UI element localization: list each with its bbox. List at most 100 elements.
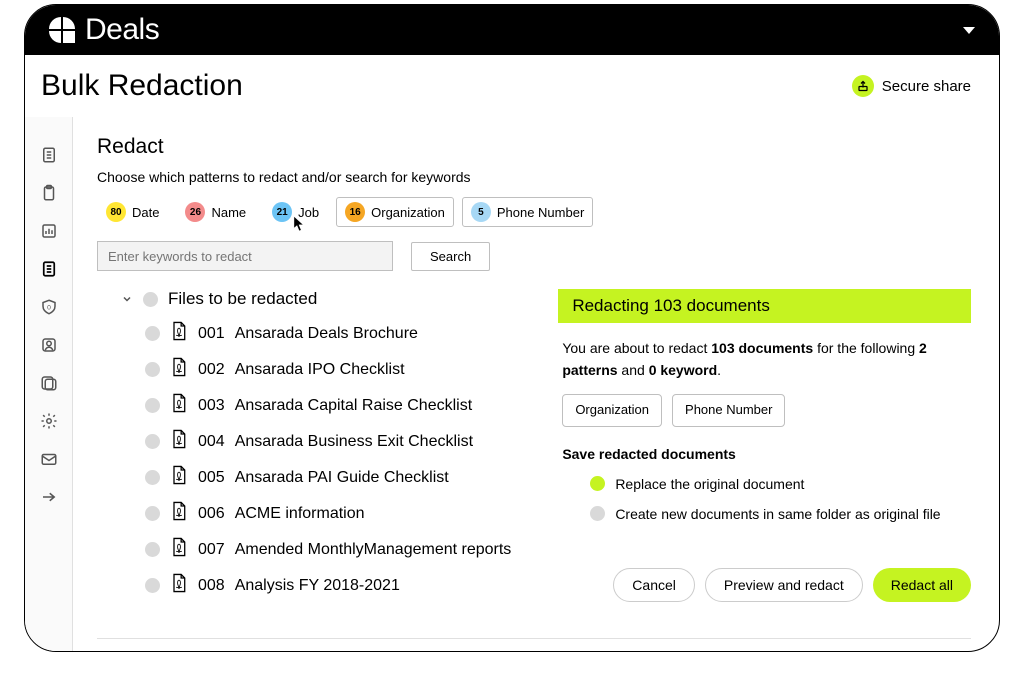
page-title: Bulk Redaction — [41, 69, 243, 103]
chevron-down-icon — [121, 293, 133, 305]
chip-label: Date — [132, 205, 159, 220]
users-icon[interactable] — [39, 373, 59, 393]
document-icon[interactable] — [39, 145, 59, 165]
page-icon[interactable] — [39, 259, 59, 279]
pdf-icon — [170, 321, 188, 346]
pdf-icon — [170, 465, 188, 490]
file-name: Ansarada IPO Checklist — [235, 361, 405, 379]
app-window: Deals Bulk Redaction Secure share 0 Reda… — [24, 4, 1000, 652]
file-num: 001 — [198, 325, 225, 343]
file-radio[interactable] — [145, 398, 160, 413]
file-radio[interactable] — [145, 362, 160, 377]
file-name: Ansarada PAI Guide Checklist — [235, 469, 449, 487]
brand-text: Deals — [85, 13, 159, 47]
cancel-button[interactable]: Cancel — [613, 568, 695, 602]
save-option[interactable]: Replace the original document — [562, 473, 967, 495]
share-icon — [852, 75, 874, 97]
count-badge: 16 — [345, 202, 365, 222]
user-icon[interactable] — [39, 335, 59, 355]
file-radio[interactable] — [145, 506, 160, 521]
svg-text:0: 0 — [47, 304, 51, 311]
file-radio[interactable] — [145, 578, 160, 593]
file-num: 005 — [198, 469, 225, 487]
file-item[interactable]: 005 Ansarada PAI Guide Checklist — [145, 465, 530, 490]
selected-tag[interactable]: Phone Number — [672, 394, 785, 427]
file-radio[interactable] — [145, 326, 160, 341]
chip-label: Organization — [371, 205, 445, 220]
option-label: Replace the original document — [615, 473, 804, 495]
pattern-chips: 80 Date 26 Name 21Job 16 Organization 5Phone Nu… — [97, 197, 971, 227]
chevron-down-icon[interactable] — [963, 27, 975, 34]
file-item[interactable]: 002 Ansarada IPO Checklist — [145, 357, 530, 382]
files-header[interactable]: Files to be redacted — [121, 289, 530, 309]
summary-banner: Redacting 103 documents — [558, 289, 971, 323]
pdf-icon — [170, 537, 188, 562]
pdf-icon — [170, 393, 188, 418]
file-num: 006 — [198, 505, 225, 523]
file-item[interactable]: 004 Ansarada Business Exit Checklist — [145, 429, 530, 454]
file-radio[interactable] — [145, 434, 160, 449]
pattern-chip-organization[interactable]: 16 Organization — [336, 197, 454, 227]
file-item[interactable]: 006ACME information — [145, 501, 530, 526]
pattern-chip-phone-number[interactable]: 5Phone Number — [462, 197, 593, 227]
chip-label: Job — [298, 205, 319, 220]
pdf-icon — [170, 573, 188, 598]
file-name: Analysis FY 2018-2021 — [235, 577, 400, 595]
radio-icon — [590, 506, 605, 521]
sidebar: 0 — [25, 117, 73, 651]
redact-all-button[interactable]: Redact all — [873, 568, 971, 602]
search-button[interactable]: Search — [411, 242, 490, 271]
count-badge: 80 — [106, 202, 126, 222]
keyword-input[interactable] — [97, 241, 393, 271]
file-radio[interactable] — [145, 470, 160, 485]
count-badge: 26 — [185, 202, 205, 222]
pattern-chip-job[interactable]: 21Job — [263, 197, 328, 227]
file-item[interactable]: 001 Ansarada Deals Brochure — [145, 321, 530, 346]
file-num: 003 — [198, 397, 225, 415]
chip-label: Name — [211, 205, 246, 220]
selected-tag[interactable]: Organization — [562, 394, 662, 427]
file-num: 004 — [198, 433, 225, 451]
option-label: Create new documents in same folder as o… — [615, 503, 940, 525]
section-title: Redact — [97, 135, 971, 159]
file-radio[interactable] — [145, 542, 160, 557]
pdf-icon — [170, 357, 188, 382]
action-buttons: Cancel Preview and redact Redact all — [558, 548, 971, 602]
shield-icon[interactable]: 0 — [39, 297, 59, 317]
file-item[interactable]: 008Analysis FY 2018-2021 — [145, 573, 530, 598]
files-column: Files to be redacted 001 Ansarada Deals B… — [97, 289, 530, 624]
preview-redact-button[interactable]: Preview and redact — [705, 568, 863, 602]
secure-share-button[interactable]: Secure share — [852, 75, 971, 97]
chart-icon[interactable] — [39, 221, 59, 241]
file-name: Amended MonthlyManagement reports — [235, 541, 512, 559]
select-all-radio[interactable] — [143, 292, 158, 307]
file-name: Ansarada Deals Brochure — [235, 325, 418, 343]
arrow-right-icon[interactable] — [39, 487, 59, 507]
content-row: Files to be redacted 001 Ansarada Deals B… — [97, 289, 971, 624]
secure-share-label: Secure share — [882, 78, 971, 95]
file-num: 002 — [198, 361, 225, 379]
divider — [97, 638, 971, 639]
file-num: 007 — [198, 541, 225, 559]
files-header-label: Files to be redacted — [168, 289, 317, 309]
mail-icon[interactable] — [39, 449, 59, 469]
file-item[interactable]: 003 Ansarada Capital Raise Checklist — [145, 393, 530, 418]
chip-label: Phone Number — [497, 205, 584, 220]
brand: Deals — [49, 13, 159, 47]
pattern-chip-date[interactable]: 80 Date — [97, 197, 168, 227]
save-option[interactable]: Create new documents in same folder as o… — [562, 503, 967, 525]
file-name: Ansarada Business Exit Checklist — [235, 433, 473, 451]
summary-column: Redacting 103 documents You are about to… — [558, 289, 971, 624]
subheader: Bulk Redaction Secure share — [25, 55, 999, 117]
save-title: Save redacted documents — [562, 443, 967, 465]
body: 0 Redact Choose which patterns to redact… — [25, 117, 999, 651]
file-name: Ansarada Capital Raise Checklist — [235, 397, 472, 415]
gear-icon[interactable] — [39, 411, 59, 431]
selected-tags: Organization Phone Number — [562, 394, 967, 427]
clipboard-icon[interactable] — [39, 183, 59, 203]
file-list: 001 Ansarada Deals Brochure 002 Ansarada IP… — [97, 321, 530, 598]
pattern-chip-name[interactable]: 26 Name — [176, 197, 255, 227]
main-content: Redact Choose which patterns to redact a… — [73, 117, 999, 651]
file-item[interactable]: 007 Amended MonthlyManagement reports — [145, 537, 530, 562]
radio-icon — [590, 476, 605, 491]
